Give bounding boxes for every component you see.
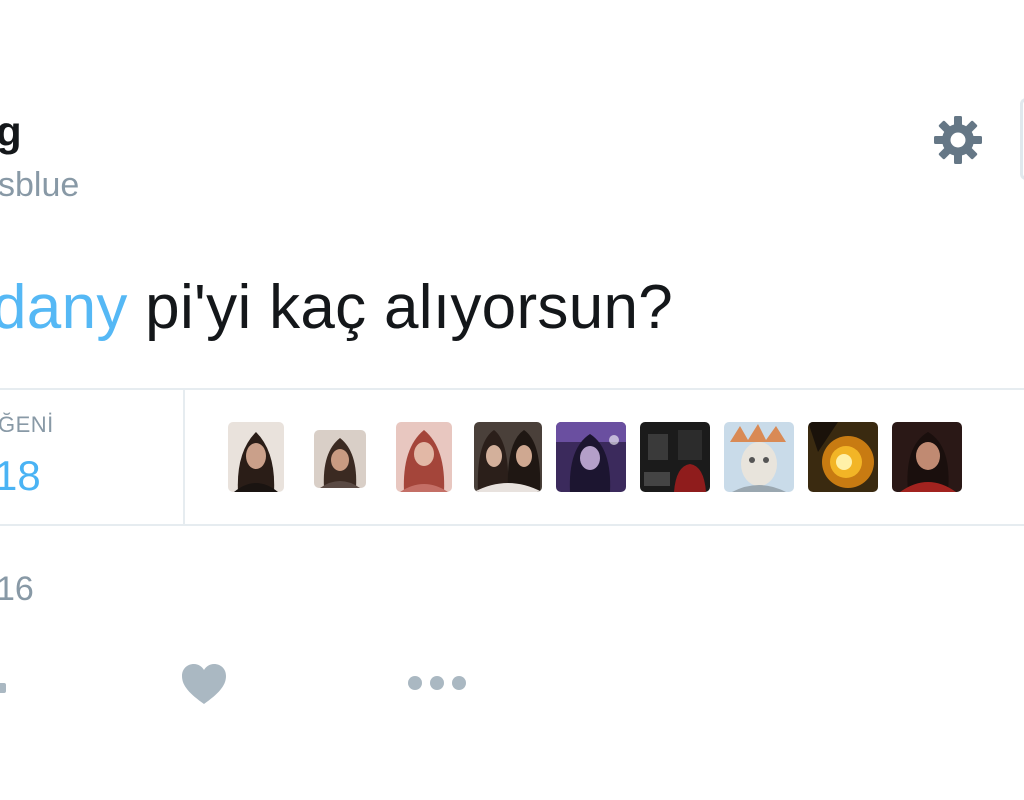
settings-button[interactable] [928, 110, 988, 170]
liker-avatar-5[interactable] [556, 422, 626, 492]
liker-avatar-9[interactable] [892, 422, 962, 492]
reply-icon[interactable] [0, 683, 6, 693]
liker-avatar-7[interactable] [724, 422, 794, 492]
more-options-button[interactable] [406, 672, 468, 694]
follow-button-edge[interactable] [1020, 98, 1024, 180]
stats-divider [183, 390, 185, 524]
like-button[interactable] [180, 662, 228, 706]
liker-avatar-6[interactable] [640, 422, 710, 492]
tweet-timestamp[interactable]: 16 [0, 570, 34, 609]
tweet-text: dany pi'yi kaç alıyorsun? [0, 272, 673, 343]
display-name[interactable]: g [0, 108, 22, 156]
mention-link[interactable]: dany [0, 273, 128, 342]
likes-label: ĞENİ [0, 412, 54, 437]
tweet-body: pi'yi kaç alıyorsun? [127, 273, 674, 342]
liker-avatar-3[interactable] [396, 422, 452, 492]
user-handle[interactable]: sblue [0, 166, 79, 205]
liker-avatar-4[interactable] [474, 422, 542, 492]
liker-avatar-1[interactable] [228, 422, 284, 492]
likes-count[interactable]: 18 [0, 452, 41, 500]
liker-avatar-2[interactable] [314, 430, 366, 488]
heart-icon [182, 664, 226, 704]
more-dots-icon [408, 676, 466, 690]
gear-icon [934, 116, 982, 164]
liker-avatar-8[interactable] [808, 422, 878, 492]
tweet-stats: ĞENİ 18 [0, 388, 1024, 526]
tweet-detail: g sblue dany pi'yi kaç alıyorsun? ĞENİ 1… [0, 0, 1024, 800]
